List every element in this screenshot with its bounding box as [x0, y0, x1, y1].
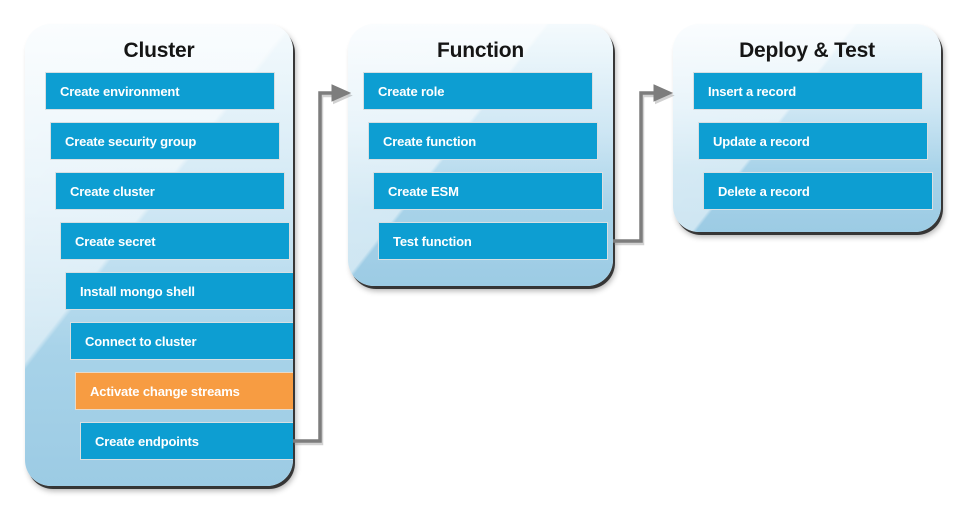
step-delete-a-record[interactable]: Delete a record	[703, 172, 933, 210]
step-label: Create cluster	[70, 183, 155, 199]
column-title-deploy-test: Deploy & Test	[739, 39, 875, 62]
column-title-function: Function	[436, 39, 525, 62]
step-label: Create secret	[75, 233, 156, 249]
step-label: Create environment	[60, 83, 180, 99]
step-label: Delete a record	[718, 183, 810, 199]
column-deploy-test: Deploy & Test Insert a record Update a r…	[673, 24, 941, 232]
step-label: Create endpoints	[95, 433, 199, 449]
arrow-right-icon	[653, 84, 674, 102]
step-label: Update a record	[713, 133, 810, 149]
step-insert-a-record[interactable]: Insert a record	[693, 72, 923, 110]
step-create-function[interactable]: Create function	[368, 122, 598, 160]
step-label: Test function	[393, 233, 472, 249]
step-label: Connect to cluster	[85, 333, 197, 349]
step-create-cluster[interactable]: Create cluster	[55, 172, 285, 210]
column-title-cluster: Cluster	[123, 39, 195, 62]
step-label: Create function	[383, 133, 477, 149]
step-create-security-group[interactable]: Create security group	[50, 122, 280, 160]
step-create-environment[interactable]: Create environment	[45, 72, 275, 110]
step-connect-to-cluster[interactable]: Connect to cluster	[70, 322, 293, 360]
step-label: Activate change streams	[90, 383, 240, 399]
step-label: Install mongo shell	[80, 283, 195, 299]
step-create-endpoints[interactable]: Create endpoints	[80, 422, 293, 460]
connector-function-to-deploy-test	[608, 80, 680, 255]
step-test-function[interactable]: Test function	[378, 222, 608, 260]
column-function: Function Create role Create function Cre…	[348, 24, 613, 286]
step-create-secret[interactable]: Create secret	[60, 222, 290, 260]
step-install-mongo-shell[interactable]: Install mongo shell	[65, 272, 293, 310]
column-cluster: Cluster Create environment Create securi…	[25, 24, 293, 486]
step-create-role[interactable]: Create role	[363, 72, 593, 110]
step-label: Create security group	[65, 133, 197, 149]
diagram-canvas: Cluster Create environment Create securi…	[0, 0, 965, 505]
step-update-a-record[interactable]: Update a record	[698, 122, 928, 160]
step-create-esm[interactable]: Create ESM	[373, 172, 603, 210]
step-label: Insert a record	[708, 83, 797, 99]
step-label: Create role	[378, 83, 445, 99]
step-label: Create ESM	[388, 183, 459, 199]
step-activate-change-streams[interactable]: Activate change streams	[75, 372, 293, 410]
